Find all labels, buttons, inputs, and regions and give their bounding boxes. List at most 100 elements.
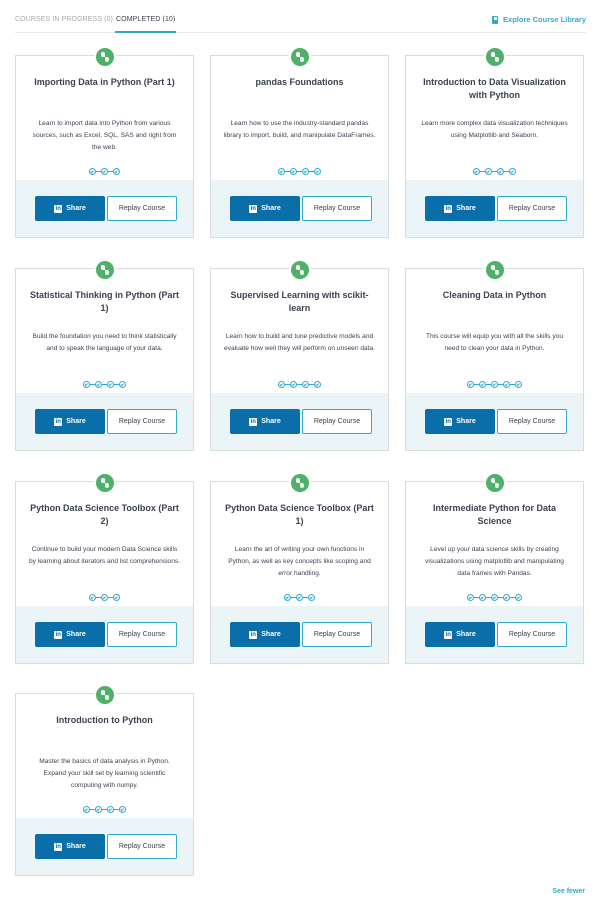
replay-course-button[interactable]: Replay Course (302, 409, 372, 434)
course-description: This course will equip you with all the … (425, 333, 564, 352)
share-button[interactable]: in Share (230, 622, 300, 647)
course-description: Learn how to build and tune predictive m… (223, 333, 375, 352)
course-card[interactable]: Python Data Science Toolbox (Part 2) Cont… (15, 474, 194, 664)
chapter-complete-check-icon (107, 806, 114, 813)
course-title[interactable]: Supervised Learning with scikit-learn (221, 289, 378, 317)
course-title[interactable]: Cleaning Data in Python (416, 289, 573, 317)
linkedin-icon: in (249, 204, 258, 213)
share-label: Share (456, 205, 476, 212)
course-description: Master the basics of data analysis in Py… (39, 758, 170, 789)
chapter-progress (406, 594, 583, 601)
replay-course-button[interactable]: Replay Course (497, 196, 567, 221)
course-description: Continue to build your modern Data Scien… (28, 546, 180, 565)
chapter-complete-check-icon (89, 594, 96, 601)
course-title[interactable]: Importing Data in Python (Part 1) (26, 76, 183, 104)
chapter-complete-check-icon (503, 594, 510, 601)
chapter-complete-check-icon (89, 168, 96, 175)
share-button[interactable]: in Share (425, 622, 495, 647)
chapter-progress (211, 381, 388, 388)
course-title[interactable]: Python Data Science Toolbox (Part 2) (26, 502, 183, 530)
share-button[interactable]: in Share (425, 196, 495, 221)
chapter-complete-check-icon (515, 594, 522, 601)
see-fewer-link[interactable]: See fewer (552, 888, 585, 895)
replay-course-button[interactable]: Replay Course (497, 409, 567, 434)
chapter-complete-check-icon (284, 594, 291, 601)
chapter-complete-check-icon (296, 594, 303, 601)
replay-course-button[interactable]: Replay Course (497, 622, 567, 647)
replay-course-button[interactable]: Replay Course (302, 196, 372, 221)
chapter-complete-check-icon (95, 381, 102, 388)
share-button[interactable]: in Share (35, 196, 105, 221)
chapter-complete-check-icon (101, 168, 108, 175)
course-description: Learn the art of writing your own functi… (228, 546, 371, 577)
replay-course-button[interactable]: Replay Course (107, 196, 177, 221)
chapter-complete-check-icon (467, 594, 474, 601)
share-button[interactable]: in Share (230, 409, 300, 434)
course-card[interactable]: Intermediate Python for Data Science Leve… (405, 474, 584, 664)
linkedin-icon: in (444, 204, 453, 213)
python-badge-icon (95, 261, 114, 279)
share-button[interactable]: in Share (35, 622, 105, 647)
chapter-complete-check-icon (290, 168, 297, 175)
chapter-complete-check-icon (503, 381, 510, 388)
course-description: Learn how to use the industry-standard p… (223, 120, 376, 139)
explore-course-library-link[interactable]: Explore Course Library (492, 15, 586, 24)
course-card[interactable]: Cleaning Data in Python This course will … (405, 261, 584, 451)
replay-course-button[interactable]: Replay Course (107, 409, 177, 434)
tab-completed[interactable]: COMPLETED (10) (114, 16, 177, 33)
course-card[interactable]: Introduction to Python Master the basics … (15, 686, 194, 876)
chapter-complete-check-icon (290, 381, 297, 388)
linkedin-icon: in (444, 417, 453, 426)
course-description: Learn to import data into Python from va… (32, 120, 177, 151)
course-card[interactable]: pandas Foundations Learn how to use the i… (210, 48, 389, 238)
course-title[interactable]: pandas Foundations (221, 76, 378, 104)
python-badge-icon (95, 474, 114, 492)
tab-courses-in-progress[interactable]: COURSES IN PROGRESS (0) (15, 16, 113, 23)
card-footer: in Share Replay Course (211, 393, 388, 450)
explore-label: Explore Course Library (503, 15, 586, 24)
python-badge-icon (290, 474, 309, 492)
course-title[interactable]: Statistical Thinking in Python (Part 1) (26, 289, 183, 317)
linkedin-icon: in (54, 417, 63, 426)
chapter-complete-check-icon (101, 594, 108, 601)
course-description: Learn more complex data visualization te… (421, 120, 568, 139)
linkedin-icon: in (249, 417, 258, 426)
chapter-complete-check-icon (278, 381, 285, 388)
chapter-complete-check-icon (485, 168, 492, 175)
chapter-progress (16, 594, 193, 601)
chapter-complete-check-icon (473, 168, 480, 175)
course-card[interactable]: Statistical Thinking in Python (Part 1) B… (15, 261, 194, 451)
replay-course-button[interactable]: Replay Course (107, 834, 177, 859)
chapter-complete-check-icon (314, 381, 321, 388)
share-button[interactable]: in Share (425, 409, 495, 434)
python-badge-icon (95, 48, 114, 66)
chapter-progress (211, 594, 388, 601)
chapter-complete-check-icon (119, 381, 126, 388)
replay-course-button[interactable]: Replay Course (302, 622, 372, 647)
python-badge-icon (95, 686, 114, 704)
course-tabs-bar: COURSES IN PROGRESS (0) COMPLETED (10) E… (15, 0, 586, 33)
chapter-complete-check-icon (308, 594, 315, 601)
course-title[interactable]: Introduction to Python (26, 714, 183, 742)
card-footer: in Share Replay Course (211, 180, 388, 237)
course-card[interactable]: Supervised Learning with scikit-learn Lea… (210, 261, 389, 451)
share-label: Share (66, 843, 86, 850)
replay-course-button[interactable]: Replay Course (107, 622, 177, 647)
course-card[interactable]: Introduction to Data Visualization with … (405, 48, 584, 238)
python-badge-icon (485, 261, 504, 279)
course-card[interactable]: Python Data Science Toolbox (Part 1) Lear… (210, 474, 389, 664)
chapter-complete-check-icon (95, 806, 102, 813)
course-title[interactable]: Introduction to Data Visualization with … (416, 76, 573, 104)
chapter-complete-check-icon (497, 168, 504, 175)
share-label: Share (456, 418, 476, 425)
share-button[interactable]: in Share (230, 196, 300, 221)
share-button[interactable]: in Share (35, 834, 105, 859)
course-card[interactable]: Importing Data in Python (Part 1) Learn t… (15, 48, 194, 238)
card-footer: in Share Replay Course (211, 606, 388, 663)
python-badge-icon (290, 48, 309, 66)
chapter-progress (406, 381, 583, 388)
course-title[interactable]: Intermediate Python for Data Science (416, 502, 573, 530)
share-button[interactable]: in Share (35, 409, 105, 434)
chapter-progress (16, 806, 193, 813)
course-title[interactable]: Python Data Science Toolbox (Part 1) (221, 502, 378, 530)
